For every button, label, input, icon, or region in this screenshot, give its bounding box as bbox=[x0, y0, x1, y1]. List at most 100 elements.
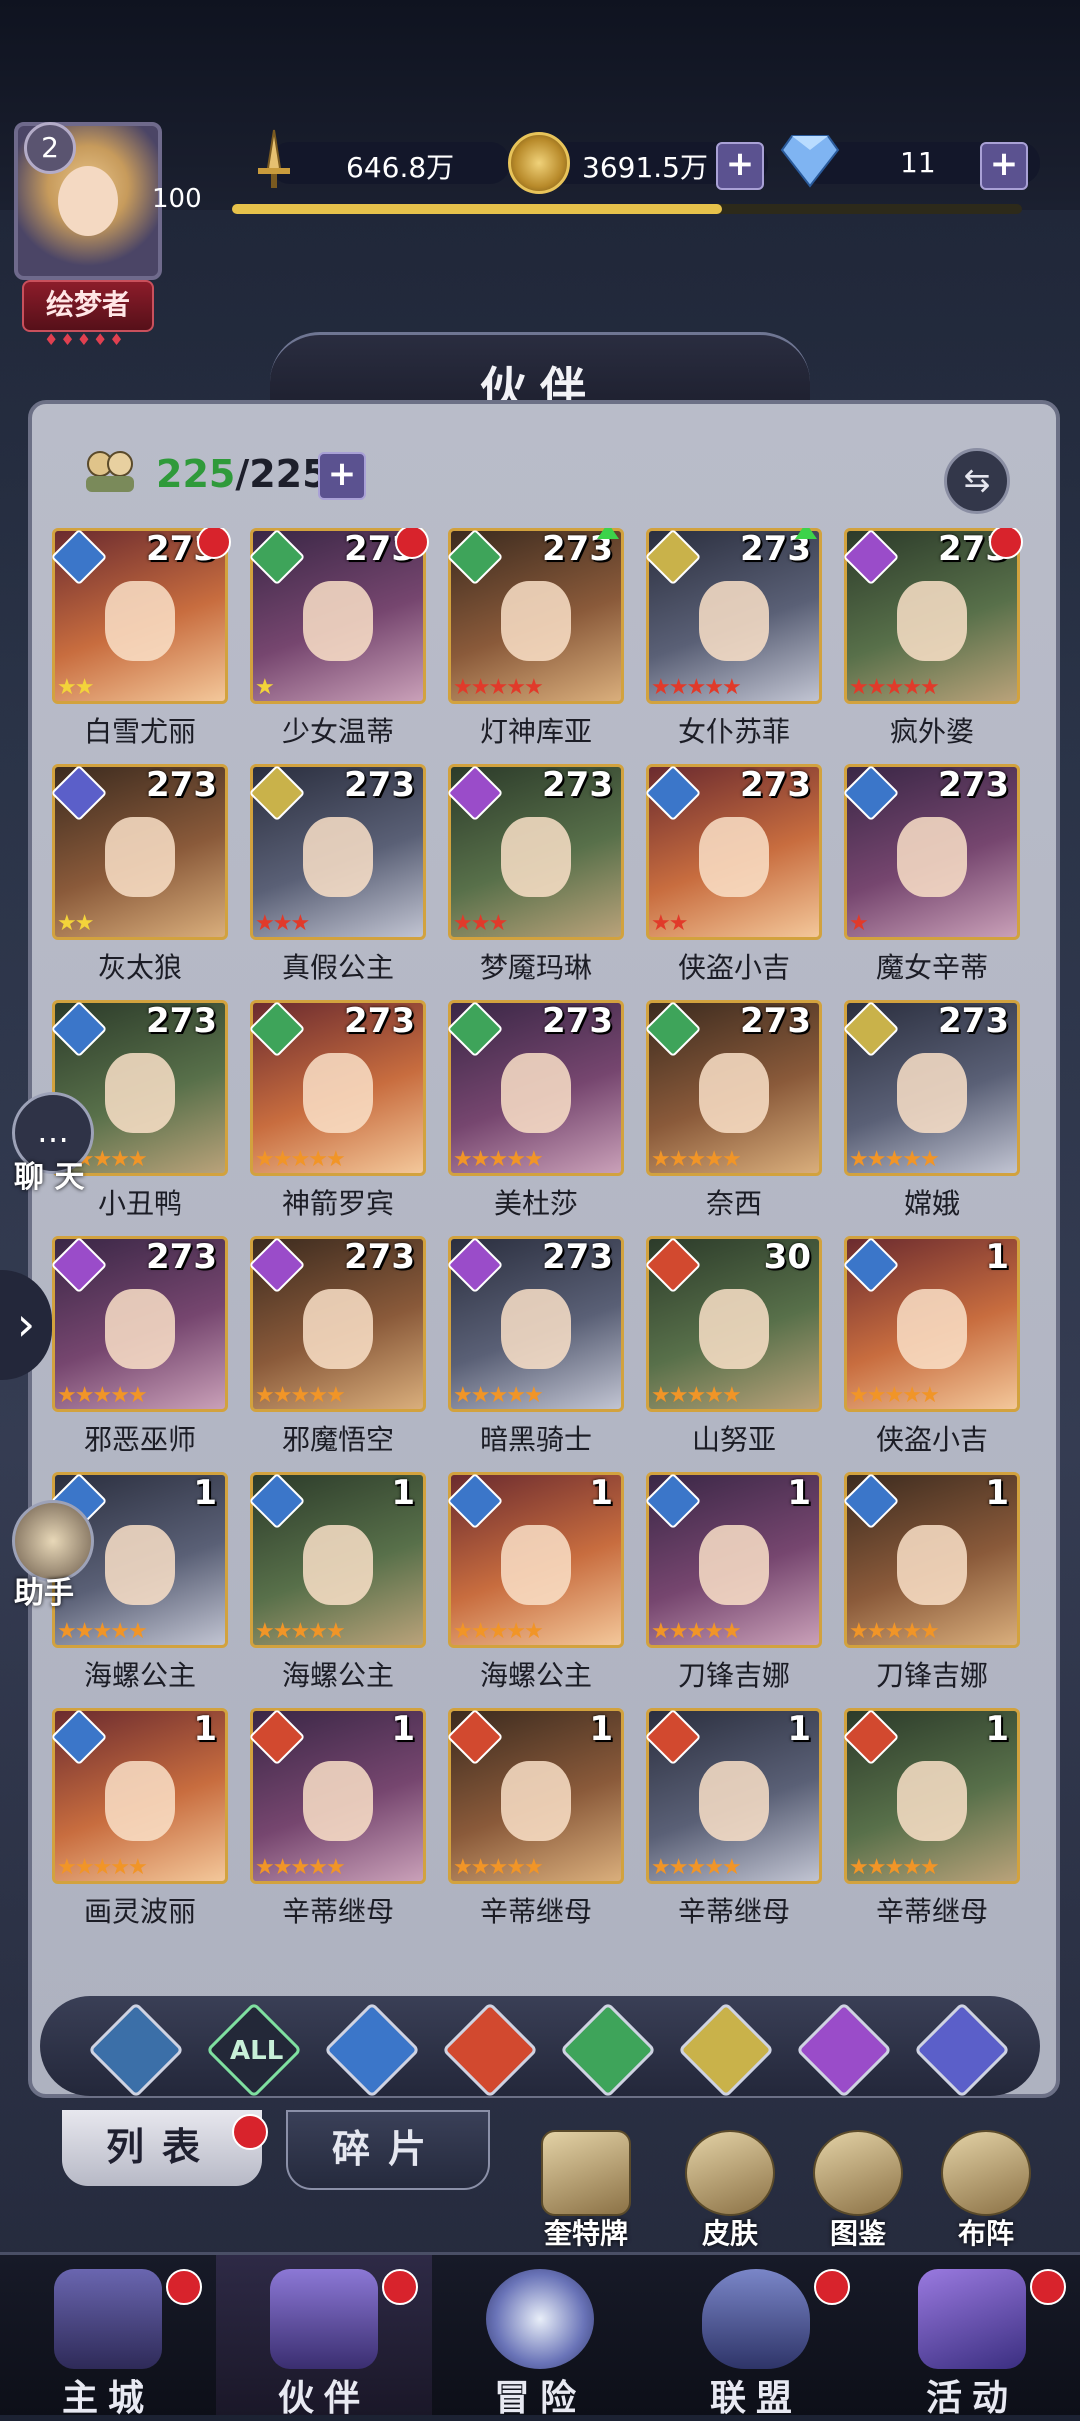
nav-main-city-label: 主城 bbox=[61, 2378, 154, 2419]
hero-card[interactable]: 273 ★★★★★ 奈西 bbox=[644, 1000, 822, 1236]
hero-card[interactable]: 1 ★★★★★ 刀锋吉娜 bbox=[842, 1472, 1020, 1708]
hero-card[interactable]: 273 ★ 少女温蒂 bbox=[248, 528, 429, 764]
hero-portrait: 273 ★ bbox=[842, 764, 1020, 940]
hero-card[interactable]: 1 ★★★★★ 海螺公主 bbox=[248, 1472, 426, 1708]
xp-bar bbox=[232, 204, 1022, 214]
hero-card[interactable]: 1 ★★★★★ 刀锋吉娜 bbox=[644, 1472, 822, 1708]
star-icon: ★ bbox=[453, 1619, 473, 1644]
hero-card[interactable]: 273 ★ 魔女辛蒂 bbox=[842, 764, 1020, 1000]
fire-element-icon bbox=[248, 1708, 306, 1766]
nav-adventure[interactable]: 冒险 bbox=[432, 2255, 648, 2419]
cards-button[interactable]: 奎特牌 bbox=[536, 2130, 636, 2252]
hero-card[interactable]: 1 ★★★★★ 海螺公主 bbox=[446, 1472, 624, 1708]
expand-roster-button[interactable]: + bbox=[318, 452, 366, 500]
star-icon: ★ bbox=[523, 1383, 544, 1408]
star-icon: ★ bbox=[453, 1147, 473, 1172]
hero-card[interactable]: 273 ★★★★★ 灯神库亚 bbox=[446, 528, 624, 764]
codex-button[interactable]: 图鉴 bbox=[808, 2130, 908, 2252]
add-gems-button[interactable]: + bbox=[980, 142, 1028, 190]
hero-face bbox=[105, 1525, 175, 1605]
hero-card[interactable]: 273 ★★★★★ 神箭罗宾 bbox=[248, 1000, 426, 1236]
filter-fire-icon[interactable] bbox=[441, 2001, 539, 2099]
hero-card[interactable]: 273 ★★★★★ 美杜莎 bbox=[446, 1000, 624, 1236]
hero-level: 273 bbox=[542, 1237, 613, 1277]
hero-card[interactable]: 273 ★★ 白雪尤丽 bbox=[52, 528, 231, 764]
title-rank-dots: ♦♦♦♦♦ bbox=[44, 330, 126, 349]
hero-card[interactable]: 1 ★★★★★ 辛蒂继母 bbox=[644, 1708, 822, 1944]
hero-card[interactable]: 1 ★★★★★ 辛蒂继母 bbox=[842, 1708, 1020, 1944]
hero-portrait: 1 ★★★★★ bbox=[644, 1708, 822, 1884]
filter-wind-icon[interactable] bbox=[559, 2001, 657, 2099]
filter-planet-icon[interactable] bbox=[913, 2001, 1011, 2099]
hero-card[interactable]: 273 ★★★★★ 邪恶巫师 bbox=[52, 1236, 228, 1472]
water-element-icon bbox=[52, 1000, 108, 1058]
hero-level: 1 bbox=[391, 1473, 415, 1513]
star-icon: ★ bbox=[74, 911, 95, 936]
star-icon: ★ bbox=[884, 675, 904, 700]
hero-face bbox=[501, 1289, 571, 1369]
star-icon: ★ bbox=[488, 1383, 508, 1408]
hero-card[interactable]: 1 ★★★★★ 辛蒂继母 bbox=[248, 1708, 426, 1944]
avatar-face bbox=[58, 166, 118, 236]
hero-card[interactable]: 273 ★★★★★ 嫦娥 bbox=[842, 1000, 1020, 1236]
hero-card[interactable]: 1 ★★★★★ 辛蒂继母 bbox=[446, 1708, 624, 1944]
add-gold-button[interactable]: + bbox=[716, 142, 764, 190]
hero-card[interactable]: 273 ★★★★★ 女仆苏菲 bbox=[644, 528, 822, 764]
hero-card[interactable]: 30 ★★★★★ 山努亚 bbox=[644, 1236, 822, 1472]
hero-portrait: 1 ★★★★★ bbox=[446, 1472, 624, 1648]
player-title-badge[interactable]: 绘梦者 bbox=[22, 280, 154, 332]
hero-notification-dot bbox=[197, 528, 231, 559]
hero-name: 神箭罗宾 bbox=[281, 1187, 394, 1220]
hero-card[interactable]: 1 ★★★★★ 海螺公主 bbox=[52, 1472, 228, 1708]
star-icon: ★ bbox=[884, 1147, 904, 1172]
star-icon: ★ bbox=[721, 1619, 742, 1644]
filter-light-icon[interactable] bbox=[677, 2001, 775, 2099]
hero-stars: ★ bbox=[255, 675, 275, 700]
formation-label: 布阵 bbox=[957, 2217, 1014, 2250]
hero-level: 1 bbox=[985, 1709, 1009, 1749]
skins-button[interactable]: 皮肤 bbox=[680, 2130, 780, 2252]
filter-dark-icon[interactable] bbox=[795, 2001, 893, 2099]
star-icon: ★ bbox=[453, 675, 473, 700]
tab-list-notification-dot bbox=[232, 2114, 268, 2150]
formation-button[interactable]: 布阵 bbox=[936, 2130, 1036, 2252]
hero-face bbox=[303, 1525, 373, 1605]
hero-face bbox=[105, 817, 175, 897]
star-icon: ★ bbox=[902, 1383, 922, 1408]
gem-value: 11 bbox=[900, 146, 936, 179]
sort-swap-button[interactable]: ⇆ bbox=[944, 448, 1010, 514]
hero-level: 1 bbox=[193, 1473, 217, 1513]
hero-card[interactable]: 273 ★★★★★ 暗黑骑士 bbox=[446, 1236, 624, 1472]
hero-card[interactable]: 273 ★★★★★ 疯外婆 bbox=[842, 528, 1023, 764]
hero-face bbox=[105, 1761, 175, 1841]
hero-card[interactable]: 273 ★★★ 真假公主 bbox=[248, 764, 426, 1000]
hero-card[interactable]: 1 ★★★★★ 画灵波丽 bbox=[52, 1708, 228, 1944]
hero-card[interactable]: 273 ★★★★★ 邪魔悟空 bbox=[248, 1236, 426, 1472]
hero-card[interactable]: 273 ★★ 灰太狼 bbox=[52, 764, 228, 1000]
hero-name: 刀锋吉娜 bbox=[875, 1659, 988, 1692]
hero-face bbox=[303, 1761, 373, 1841]
star-icon: ★ bbox=[704, 1147, 724, 1172]
hero-notification-dot bbox=[395, 528, 429, 559]
star-icon: ★ bbox=[127, 1383, 148, 1408]
hero-stars: ★★ bbox=[651, 911, 688, 936]
hero-card[interactable]: 273 ★★★ 梦魇玛琳 bbox=[446, 764, 624, 1000]
codex-label: 图鉴 bbox=[829, 2217, 886, 2250]
hero-card[interactable]: 1 ★★★★★ 侠盗小吉 bbox=[842, 1236, 1020, 1472]
hero-name: 山努亚 bbox=[691, 1423, 776, 1456]
nav-adventure-label: 冒险 bbox=[493, 2378, 586, 2419]
hero-portrait: 273 ★★ bbox=[52, 764, 228, 940]
hero-face bbox=[105, 1289, 175, 1369]
hero-face bbox=[699, 1053, 769, 1133]
hero-face bbox=[501, 1761, 571, 1841]
filter-space-icon[interactable] bbox=[87, 2001, 185, 2099]
tab-list[interactable]: 列表 bbox=[62, 2110, 262, 2186]
star-icon: ★ bbox=[255, 1383, 275, 1408]
filter-water-icon[interactable] bbox=[323, 2001, 421, 2099]
hero-card[interactable]: 273 ★★ 侠盗小吉 bbox=[644, 764, 822, 1000]
wind-element-icon bbox=[446, 528, 504, 586]
element-filter-row: ALL bbox=[40, 1996, 1040, 2099]
hero-stars: ★★★★★ bbox=[651, 1383, 742, 1408]
water-element-icon bbox=[842, 1472, 900, 1530]
tab-fragments[interactable]: 碎片 bbox=[286, 2110, 490, 2190]
